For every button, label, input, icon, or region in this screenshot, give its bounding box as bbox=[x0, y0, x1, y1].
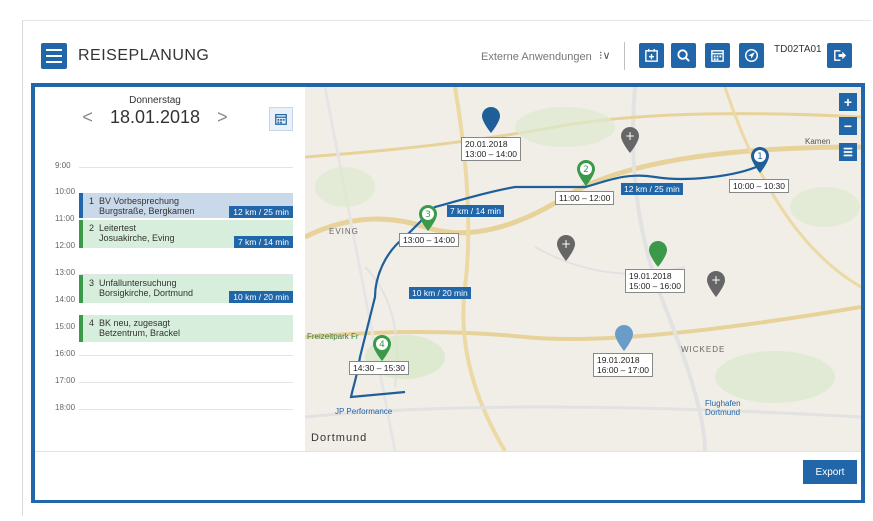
current-date: 18.01.2018 bbox=[109, 107, 201, 127]
pin-label: 19.01.2018 15:00 – 16:00 bbox=[625, 269, 685, 293]
distance-badge: 12 km / 25 min bbox=[229, 206, 293, 218]
hour-line bbox=[79, 167, 293, 168]
weekday-label: Donnerstag bbox=[129, 95, 181, 106]
place-label-wickede: WICKEDE bbox=[681, 345, 726, 354]
hour-line bbox=[79, 355, 293, 356]
appointment-card[interactable]: 3 Unfalluntersuchung Borsigkirche, Dortm… bbox=[79, 275, 293, 303]
place-label-dortmund: Dortmund bbox=[311, 432, 368, 444]
time-label: 13:00 bbox=[55, 268, 76, 277]
top-bar: REISEPLANUNG Externe Anwendungen ⁝∨ TD02… bbox=[23, 21, 871, 83]
map-background bbox=[305, 87, 861, 451]
place-label-performance: JP Performance bbox=[335, 407, 393, 416]
svg-text:2: 2 bbox=[583, 165, 589, 175]
search-icon bbox=[677, 49, 690, 62]
zoom-out-button[interactable]: − bbox=[839, 117, 857, 135]
place-label-freizeitpark: Freizeitpark Fr bbox=[307, 332, 359, 341]
pin-label: 11:00 – 12:00 bbox=[555, 191, 615, 205]
svg-text:4: 4 bbox=[379, 340, 385, 350]
appointment-card[interactable]: 4 BK neu, zugesagt Betzentrum, Brackel bbox=[79, 315, 293, 342]
time-label: 15:00 bbox=[55, 322, 76, 331]
hour-line bbox=[79, 382, 293, 383]
svg-text:+: + bbox=[711, 273, 721, 287]
time-label: 12:00 bbox=[55, 241, 76, 250]
navigation-button[interactable] bbox=[739, 43, 764, 68]
route-distance: 7 km / 14 min bbox=[447, 205, 505, 217]
calendar-icon bbox=[275, 114, 287, 125]
time-label: 18:00 bbox=[55, 403, 76, 412]
appointment-card[interactable]: 2 Leitertest Josuakirche, Eving 7 km / 1… bbox=[79, 220, 293, 248]
map-pin-pending[interactable]: + bbox=[707, 271, 725, 297]
route-distance: 12 km / 25 min bbox=[621, 183, 683, 195]
map-pin-pending[interactable]: + bbox=[621, 127, 639, 153]
svg-text:+: + bbox=[625, 129, 635, 143]
external-apps-caret[interactable]: ⁝∨ bbox=[599, 49, 611, 62]
user-code: TD02TA01 bbox=[774, 44, 822, 55]
add-calendar-icon bbox=[645, 48, 658, 62]
map-pin-numbered[interactable]: 3 bbox=[419, 205, 437, 231]
prev-day-button[interactable]: < bbox=[82, 107, 93, 127]
route-distance: 10 km / 20 min bbox=[409, 287, 471, 299]
pin-label: 19.01.2018 16:00 – 17:00 bbox=[593, 353, 653, 377]
navigation-icon bbox=[744, 48, 759, 63]
pin-label: 13:00 – 14:00 bbox=[399, 233, 459, 247]
calendar-button[interactable] bbox=[705, 43, 730, 68]
day-panel: Donnerstag < 18.01.2018 > 9:00 10:00 11:… bbox=[35, 87, 305, 451]
map-pin[interactable] bbox=[482, 107, 500, 133]
search-button[interactable] bbox=[671, 43, 696, 68]
date-picker-button[interactable] bbox=[269, 107, 293, 131]
place-label-kamen: Kamen bbox=[805, 137, 831, 146]
zoom-in-button[interactable]: + bbox=[839, 93, 857, 111]
menu-icon[interactable] bbox=[41, 43, 67, 69]
layers-icon bbox=[843, 147, 853, 157]
logout-icon bbox=[834, 50, 847, 61]
export-button[interactable]: Export bbox=[803, 460, 857, 484]
toolbar-divider bbox=[624, 42, 625, 70]
time-label: 9:00 bbox=[55, 161, 71, 170]
place-label-flughafen: Flughafen Dortmund bbox=[705, 399, 741, 417]
external-apps-menu[interactable]: Externe Anwendungen bbox=[481, 51, 592, 63]
time-label: 17:00 bbox=[55, 376, 76, 385]
map-pin-numbered[interactable]: 2 bbox=[577, 160, 595, 186]
calendar-icon bbox=[711, 50, 724, 62]
pin-label: 20.01.2018 13:00 – 14:00 bbox=[461, 137, 521, 161]
next-day-button[interactable]: > bbox=[217, 107, 228, 127]
time-label: 16:00 bbox=[55, 349, 76, 358]
map-pin-numbered[interactable]: 1 bbox=[751, 147, 769, 173]
add-calendar-button[interactable] bbox=[639, 43, 664, 68]
logout-button[interactable] bbox=[827, 43, 852, 68]
svg-text:+: + bbox=[561, 237, 571, 251]
pin-label: 14:30 – 15:30 bbox=[349, 361, 409, 375]
map-pin[interactable] bbox=[649, 241, 667, 267]
footer-bar: Export bbox=[35, 451, 861, 500]
map-view[interactable]: EVING WICKEDE Dortmund Kamen Flughafen D… bbox=[305, 87, 861, 451]
app-title: REISEPLANUNG bbox=[78, 47, 210, 64]
pin-label: 10:00 – 10:30 bbox=[729, 179, 789, 193]
place-label-eving: EVING bbox=[329, 227, 359, 236]
main-area: Donnerstag < 18.01.2018 > 9:00 10:00 11:… bbox=[31, 83, 865, 503]
svg-text:3: 3 bbox=[425, 210, 431, 220]
distance-badge: 10 km / 20 min bbox=[229, 291, 293, 303]
date-navigator: < 18.01.2018 > bbox=[35, 107, 275, 128]
map-pin-numbered[interactable]: 4 bbox=[373, 335, 391, 361]
time-label: 14:00 bbox=[55, 295, 76, 304]
time-label: 10:00 bbox=[55, 187, 76, 196]
hour-line bbox=[79, 409, 293, 410]
distance-badge: 7 km / 14 min bbox=[233, 236, 293, 248]
map-pin-pending[interactable]: + bbox=[557, 235, 575, 261]
time-label: 11:00 bbox=[55, 214, 75, 223]
svg-text:1: 1 bbox=[757, 152, 763, 162]
map-layers-button[interactable] bbox=[839, 143, 857, 161]
map-pin[interactable] bbox=[615, 325, 633, 351]
appointment-card[interactable]: 1 BV Vorbesprechung Burgstraße, Bergkame… bbox=[79, 193, 293, 218]
app-frame: REISEPLANUNG Externe Anwendungen ⁝∨ TD02… bbox=[22, 20, 871, 516]
